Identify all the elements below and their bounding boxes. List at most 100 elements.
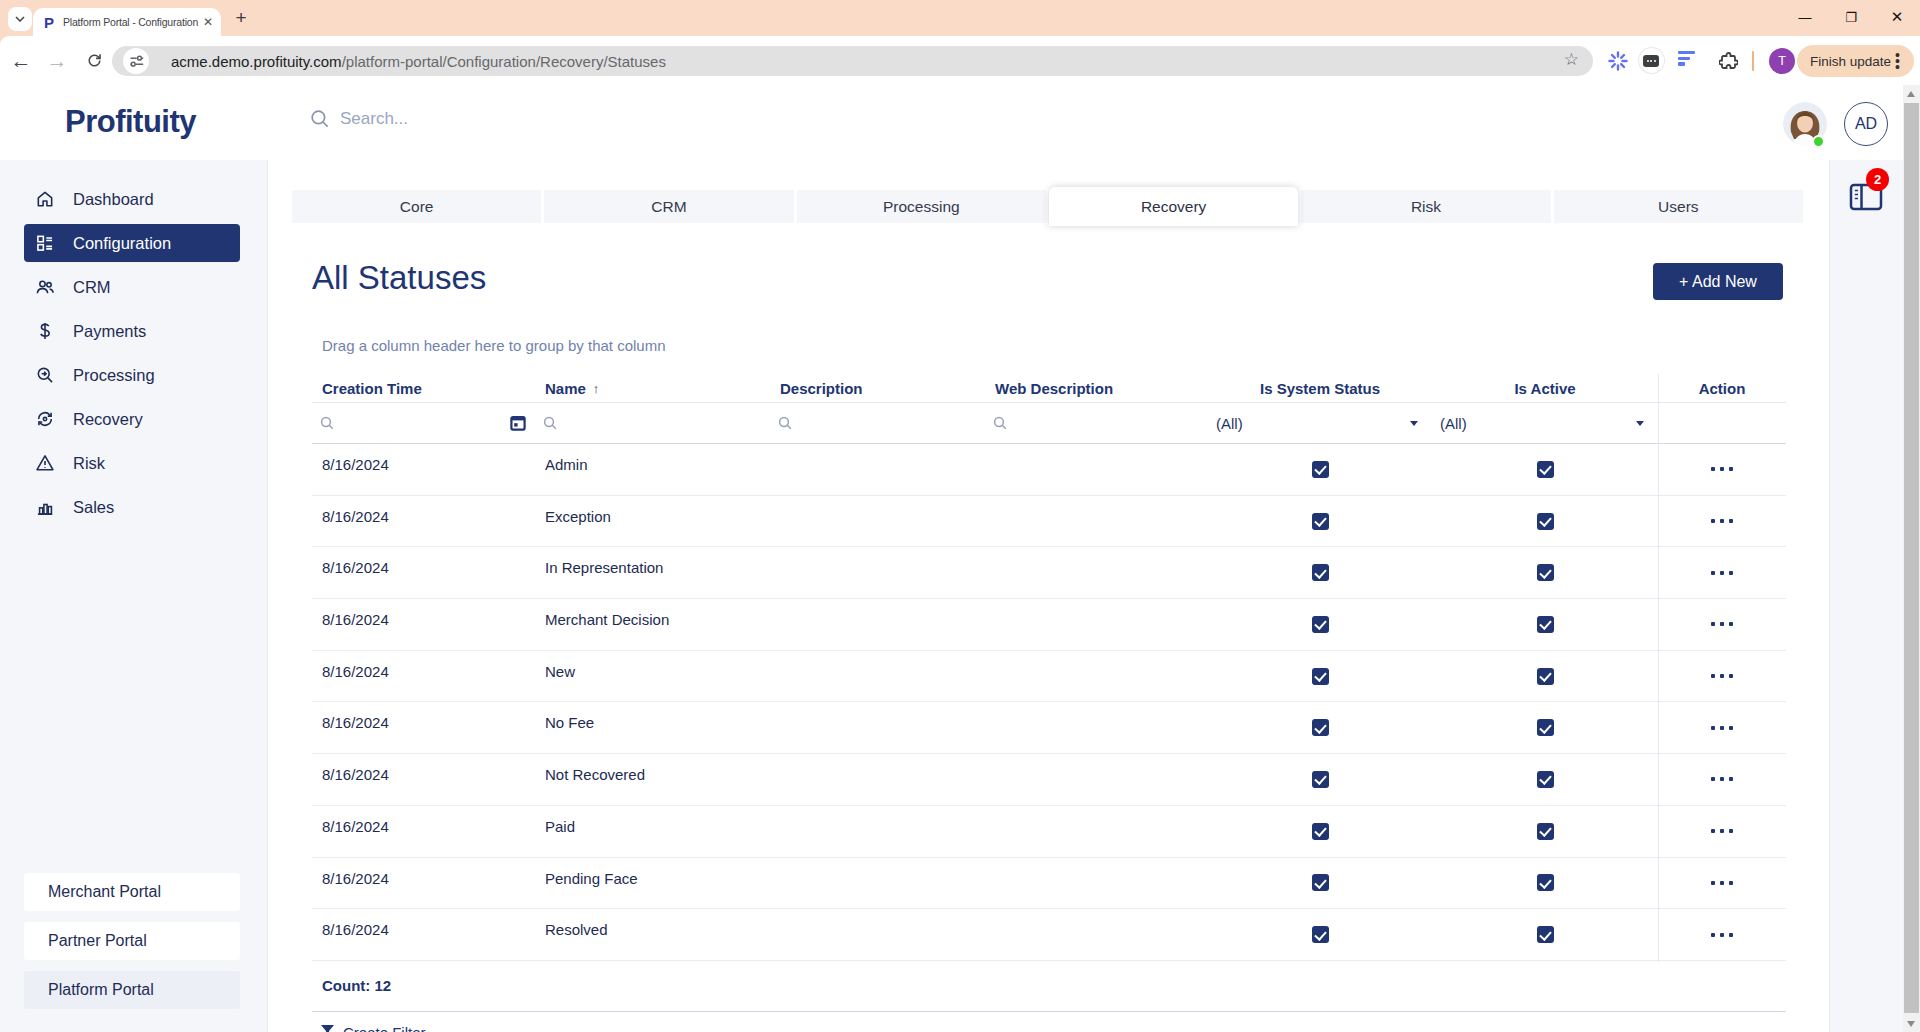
global-search[interactable]: Search... (310, 109, 408, 129)
cell-is-active (1432, 547, 1658, 598)
is-active-checkbox[interactable] (1537, 874, 1554, 891)
cell-is-system-status (1208, 858, 1432, 909)
reload-button[interactable] (79, 36, 109, 85)
window-minimize-button[interactable]: — (1782, 0, 1828, 34)
search-icon (310, 109, 330, 129)
column-header-description[interactable]: Description (770, 374, 985, 402)
page-scrollbar[interactable] (1903, 85, 1920, 1032)
extension-spinner-icon[interactable] (1603, 36, 1633, 85)
tab-users[interactable]: Users (1554, 190, 1803, 223)
is-active-checkbox[interactable] (1537, 564, 1554, 581)
filter-name[interactable] (535, 403, 770, 443)
sidebar-item-sales[interactable]: Sales (24, 488, 240, 526)
portal-button-partner-portal[interactable]: Partner Portal (24, 922, 240, 960)
filter-web-description[interactable] (985, 403, 1208, 443)
is-active-checkbox[interactable] (1537, 719, 1554, 736)
is-system-status-checkbox[interactable] (1312, 564, 1329, 581)
is-system-status-checkbox[interactable] (1312, 926, 1329, 943)
is-active-checkbox[interactable] (1537, 823, 1554, 840)
forward-button[interactable]: → (42, 36, 72, 85)
calendar-icon[interactable] (510, 415, 526, 435)
is-active-checkbox[interactable] (1537, 461, 1554, 478)
filter-description[interactable] (770, 403, 985, 443)
cell-description (770, 444, 985, 495)
group-by-hint: Drag a column header here to group by th… (322, 337, 666, 354)
cell-web-description (985, 806, 1208, 857)
sidebar-item-recovery[interactable]: Recovery (24, 400, 240, 438)
window-maximize-button[interactable]: ❐ (1828, 0, 1874, 34)
site-settings-icon[interactable] (123, 48, 149, 74)
is-system-status-checkbox[interactable] (1312, 719, 1329, 736)
column-header-is-system-status[interactable]: Is System Status (1208, 374, 1432, 402)
scroll-up-icon[interactable] (1907, 91, 1915, 97)
tab-close-icon[interactable]: ✕ (203, 15, 213, 29)
tab-core[interactable]: Core (292, 190, 541, 223)
scroll-down-icon[interactable] (1907, 1021, 1915, 1027)
sidebar-item-dashboard[interactable]: Dashboard (24, 180, 240, 218)
tab-processing[interactable]: Processing (797, 190, 1046, 223)
filter-is-system-status[interactable]: (All) (1208, 403, 1432, 443)
user-initials-badge[interactable]: AD (1844, 102, 1888, 146)
extension-chat-icon[interactable] (1637, 36, 1665, 85)
cell-web-description (985, 547, 1208, 598)
finish-update-button[interactable]: Finish update ••• (1797, 45, 1914, 77)
is-active-checkbox[interactable] (1537, 616, 1554, 633)
sidebar-item-payments[interactable]: Payments (24, 312, 240, 350)
row-actions-button[interactable] (1711, 829, 1733, 833)
is-system-status-checkbox[interactable] (1312, 874, 1329, 891)
table-filter-row: (All) (All) (312, 403, 1786, 444)
tab-crm[interactable]: CRM (544, 190, 793, 223)
cell-creation-time: 8/16/2024 (312, 496, 535, 547)
row-actions-button[interactable] (1711, 467, 1733, 471)
row-actions-button[interactable] (1711, 726, 1733, 730)
row-actions-button[interactable] (1711, 519, 1733, 523)
sidebar-item-configuration[interactable]: Configuration (24, 224, 240, 262)
tab-risk[interactable]: Risk (1301, 190, 1550, 223)
row-actions-button[interactable] (1711, 622, 1733, 626)
browser-menu-icon[interactable]: ••• (1895, 52, 1905, 70)
url-bar[interactable]: acme.demo.profituity.com/platform-portal… (112, 46, 1593, 76)
is-active-checkbox[interactable] (1537, 771, 1554, 788)
is-active-checkbox[interactable] (1537, 668, 1554, 685)
sidebar-item-risk[interactable]: Risk (24, 444, 240, 482)
row-actions-button[interactable] (1711, 881, 1733, 885)
is-active-checkbox[interactable] (1537, 926, 1554, 943)
filter-creation-time[interactable] (312, 403, 535, 443)
add-new-button[interactable]: + Add New (1653, 263, 1783, 300)
scrollbar-thumb[interactable] (1904, 103, 1919, 1013)
is-system-status-checkbox[interactable] (1312, 668, 1329, 685)
cell-action (1658, 547, 1786, 598)
row-actions-button[interactable] (1711, 571, 1733, 575)
row-actions-button[interactable] (1711, 674, 1733, 678)
row-actions-button[interactable] (1711, 777, 1733, 781)
new-tab-button[interactable]: + (230, 5, 252, 31)
is-active-checkbox[interactable] (1537, 513, 1554, 530)
cell-web-description (985, 651, 1208, 702)
sidebar-item-crm[interactable]: CRM (24, 268, 240, 306)
extensions-puzzle-icon[interactable] (1714, 36, 1742, 85)
column-header-name[interactable]: Name↑ (535, 374, 770, 402)
browser-profile-avatar[interactable]: T (1769, 48, 1795, 74)
browser-tab[interactable]: P Platform Portal - Configuration ✕ (33, 8, 221, 36)
is-system-status-checkbox[interactable] (1312, 513, 1329, 530)
bookmark-star-icon[interactable]: ☆ (1564, 49, 1579, 70)
sidebar-item-processing[interactable]: Processing (24, 356, 240, 394)
row-actions-button[interactable] (1711, 933, 1733, 937)
is-system-status-checkbox[interactable] (1312, 823, 1329, 840)
is-system-status-checkbox[interactable] (1312, 616, 1329, 633)
portal-button-platform-portal[interactable]: Platform Portal (24, 971, 240, 1009)
filter-is-active[interactable]: (All) (1432, 403, 1658, 443)
tab-search-button[interactable] (8, 7, 32, 31)
column-header-creation-time[interactable]: Creation Time (312, 374, 535, 402)
column-header-web-description[interactable]: Web Description (985, 374, 1208, 402)
is-system-status-checkbox[interactable] (1312, 771, 1329, 788)
column-header-is-active[interactable]: Is Active (1432, 374, 1658, 402)
portal-button-merchant-portal[interactable]: Merchant Portal (24, 873, 240, 911)
create-filter-button[interactable]: Create Filter (312, 1012, 1786, 1032)
window-close-button[interactable]: ✕ (1874, 0, 1920, 34)
extension-filter-icon[interactable] (1678, 36, 1702, 85)
app-logo[interactable]: Profituity (65, 104, 196, 140)
is-system-status-checkbox[interactable] (1312, 461, 1329, 478)
tab-recovery[interactable]: Recovery (1049, 187, 1298, 226)
back-button[interactable]: ← (6, 36, 36, 85)
